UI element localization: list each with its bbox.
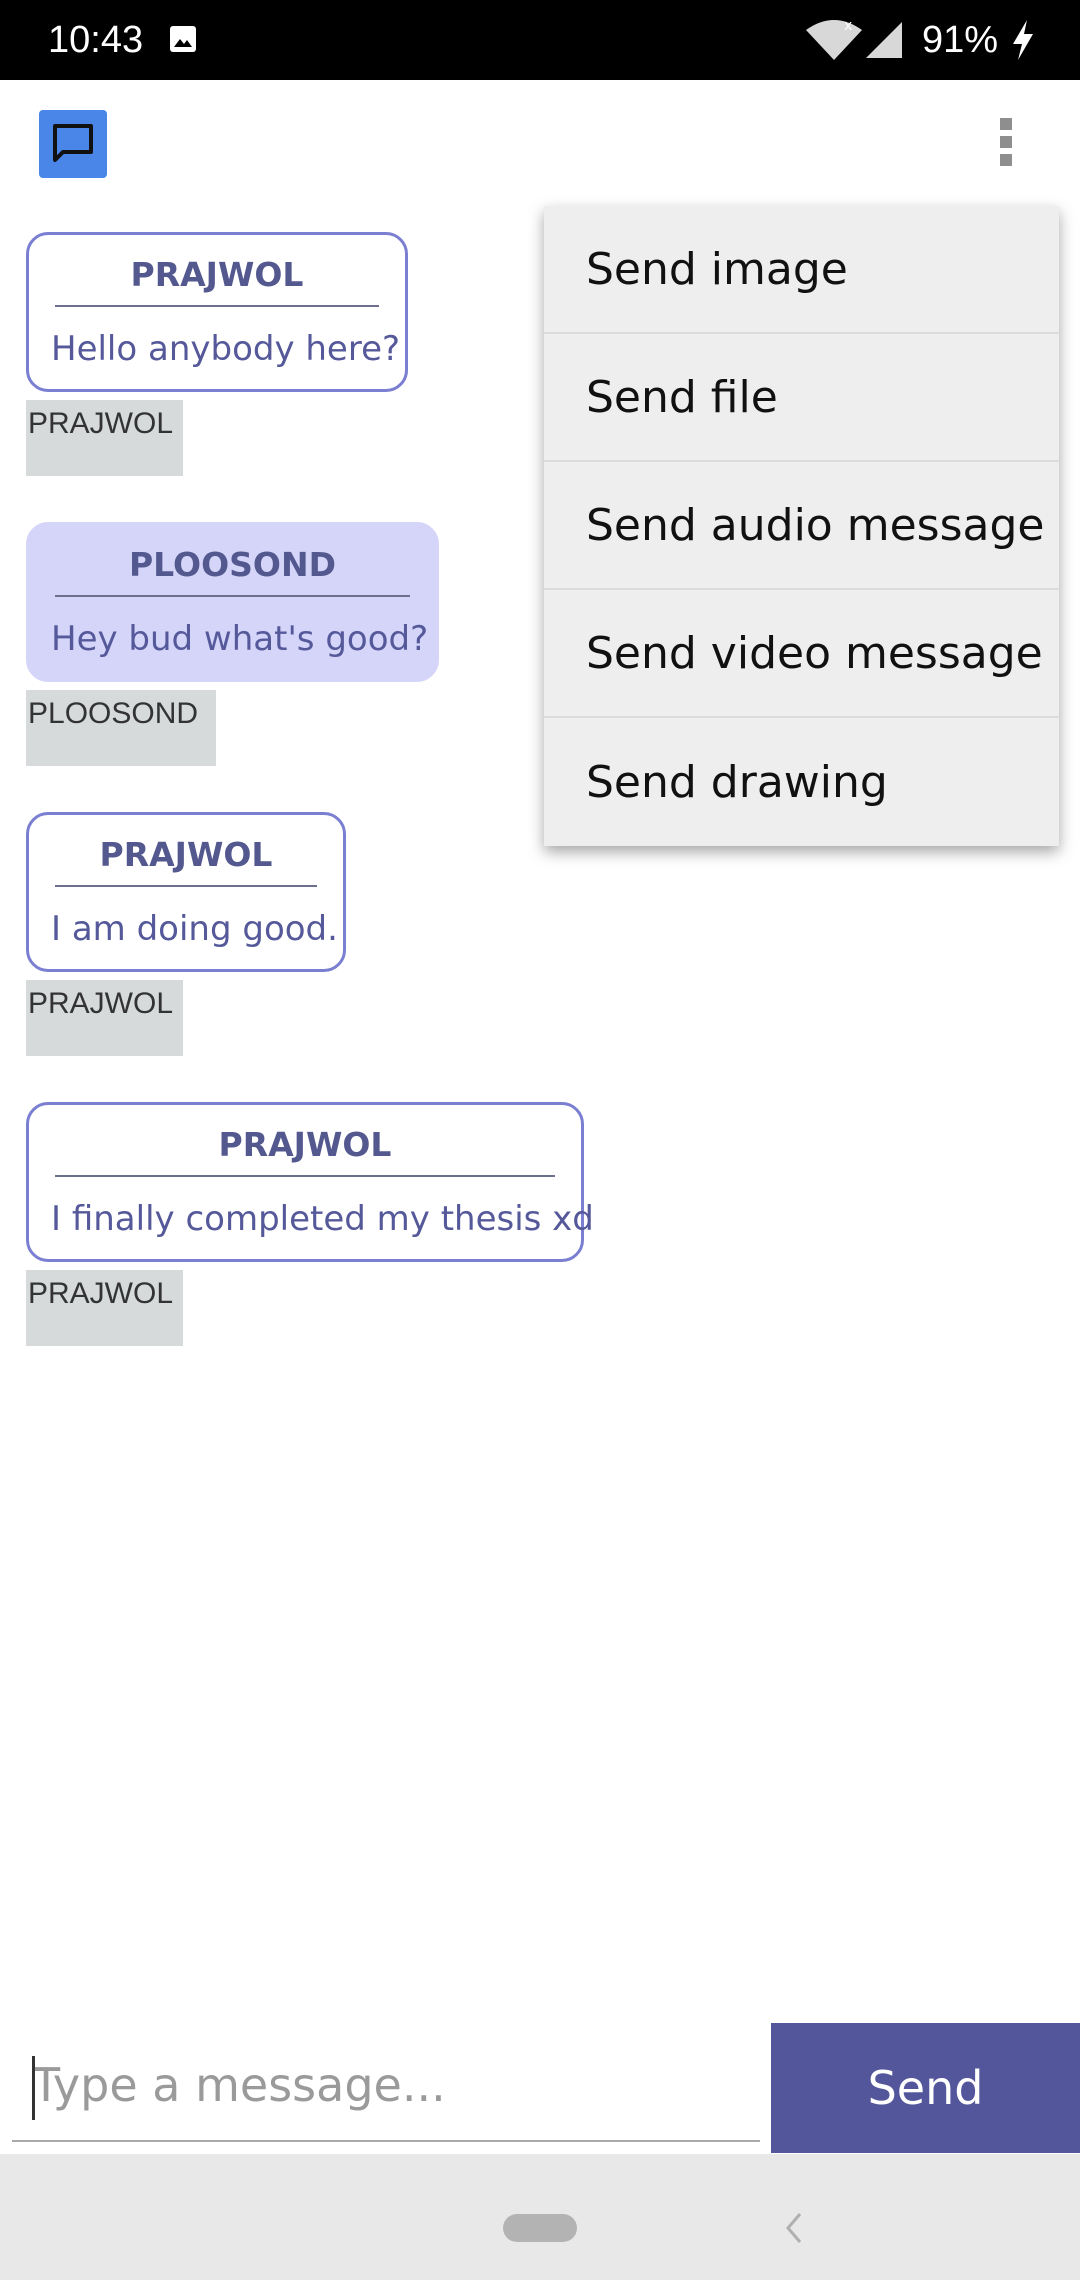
wifi-icon: x [806,18,862,60]
image-icon [170,26,196,52]
message-item: PRAJWOL I finally completed my thesis xd… [26,1102,594,1346]
message-sender: PLOOSOND [55,545,410,597]
attachment-menu: Send image Send file Send audio message … [544,206,1059,846]
message-sender: PRAJWOL [55,255,379,307]
back-icon[interactable] [782,2208,806,2248]
status-bar: 10:43 x 91% [0,0,1080,80]
navigation-bar [0,2154,1080,2280]
signal-icon [866,22,902,58]
battery-percentage: 91% [922,19,999,61]
sender-name-tag: PLOOSOND [26,690,216,766]
message-item: PRAJWOL I am doing good. PRAJWOL [26,812,346,1056]
chat-icon[interactable] [39,110,107,178]
sender-name-tag: PRAJWOL [26,400,183,476]
message-bubble: PRAJWOL I finally completed my thesis xd [26,1102,594,1262]
overflow-menu-icon[interactable] [990,110,1022,174]
message-item: PLOOSOND Hey bud what's good? PLOOSOND [26,522,439,766]
message-bubble: PRAJWOL Hello anybody here? [26,232,408,392]
text-cursor [32,2056,35,2120]
message-sender: PRAJWOL [55,835,317,887]
message-text: I finally completed my thesis xd [51,1199,594,1239]
send-button[interactable]: Send [771,2023,1080,2153]
message-text: Hello anybody here? [51,329,401,369]
charging-icon [1013,20,1033,60]
menu-item-send-drawing[interactable]: Send drawing [544,718,1059,846]
svg-text:x: x [844,18,852,34]
message-bubble: PRAJWOL I am doing good. [26,812,346,972]
sender-name-tag: PRAJWOL [26,980,183,1056]
menu-item-send-video-message[interactable]: Send video message [544,590,1059,718]
home-pill-icon[interactable] [503,2214,577,2242]
message-bubble: PLOOSOND Hey bud what's good? [26,522,439,682]
menu-item-send-audio-message[interactable]: Send audio message [544,462,1059,590]
message-input[interactable] [12,2030,760,2142]
sender-name-tag: PRAJWOL [26,1270,183,1346]
menu-item-send-file[interactable]: Send file [544,334,1059,462]
message-text: I am doing good. [51,909,338,949]
status-time: 10:43 [48,19,144,61]
message-bubble-icon [53,124,93,162]
menu-item-send-image[interactable]: Send image [544,206,1059,334]
message-text: Hey bud what's good? [51,619,429,659]
message-item: PRAJWOL Hello anybody here? PRAJWOL [26,232,408,476]
message-sender: PRAJWOL [55,1125,555,1177]
